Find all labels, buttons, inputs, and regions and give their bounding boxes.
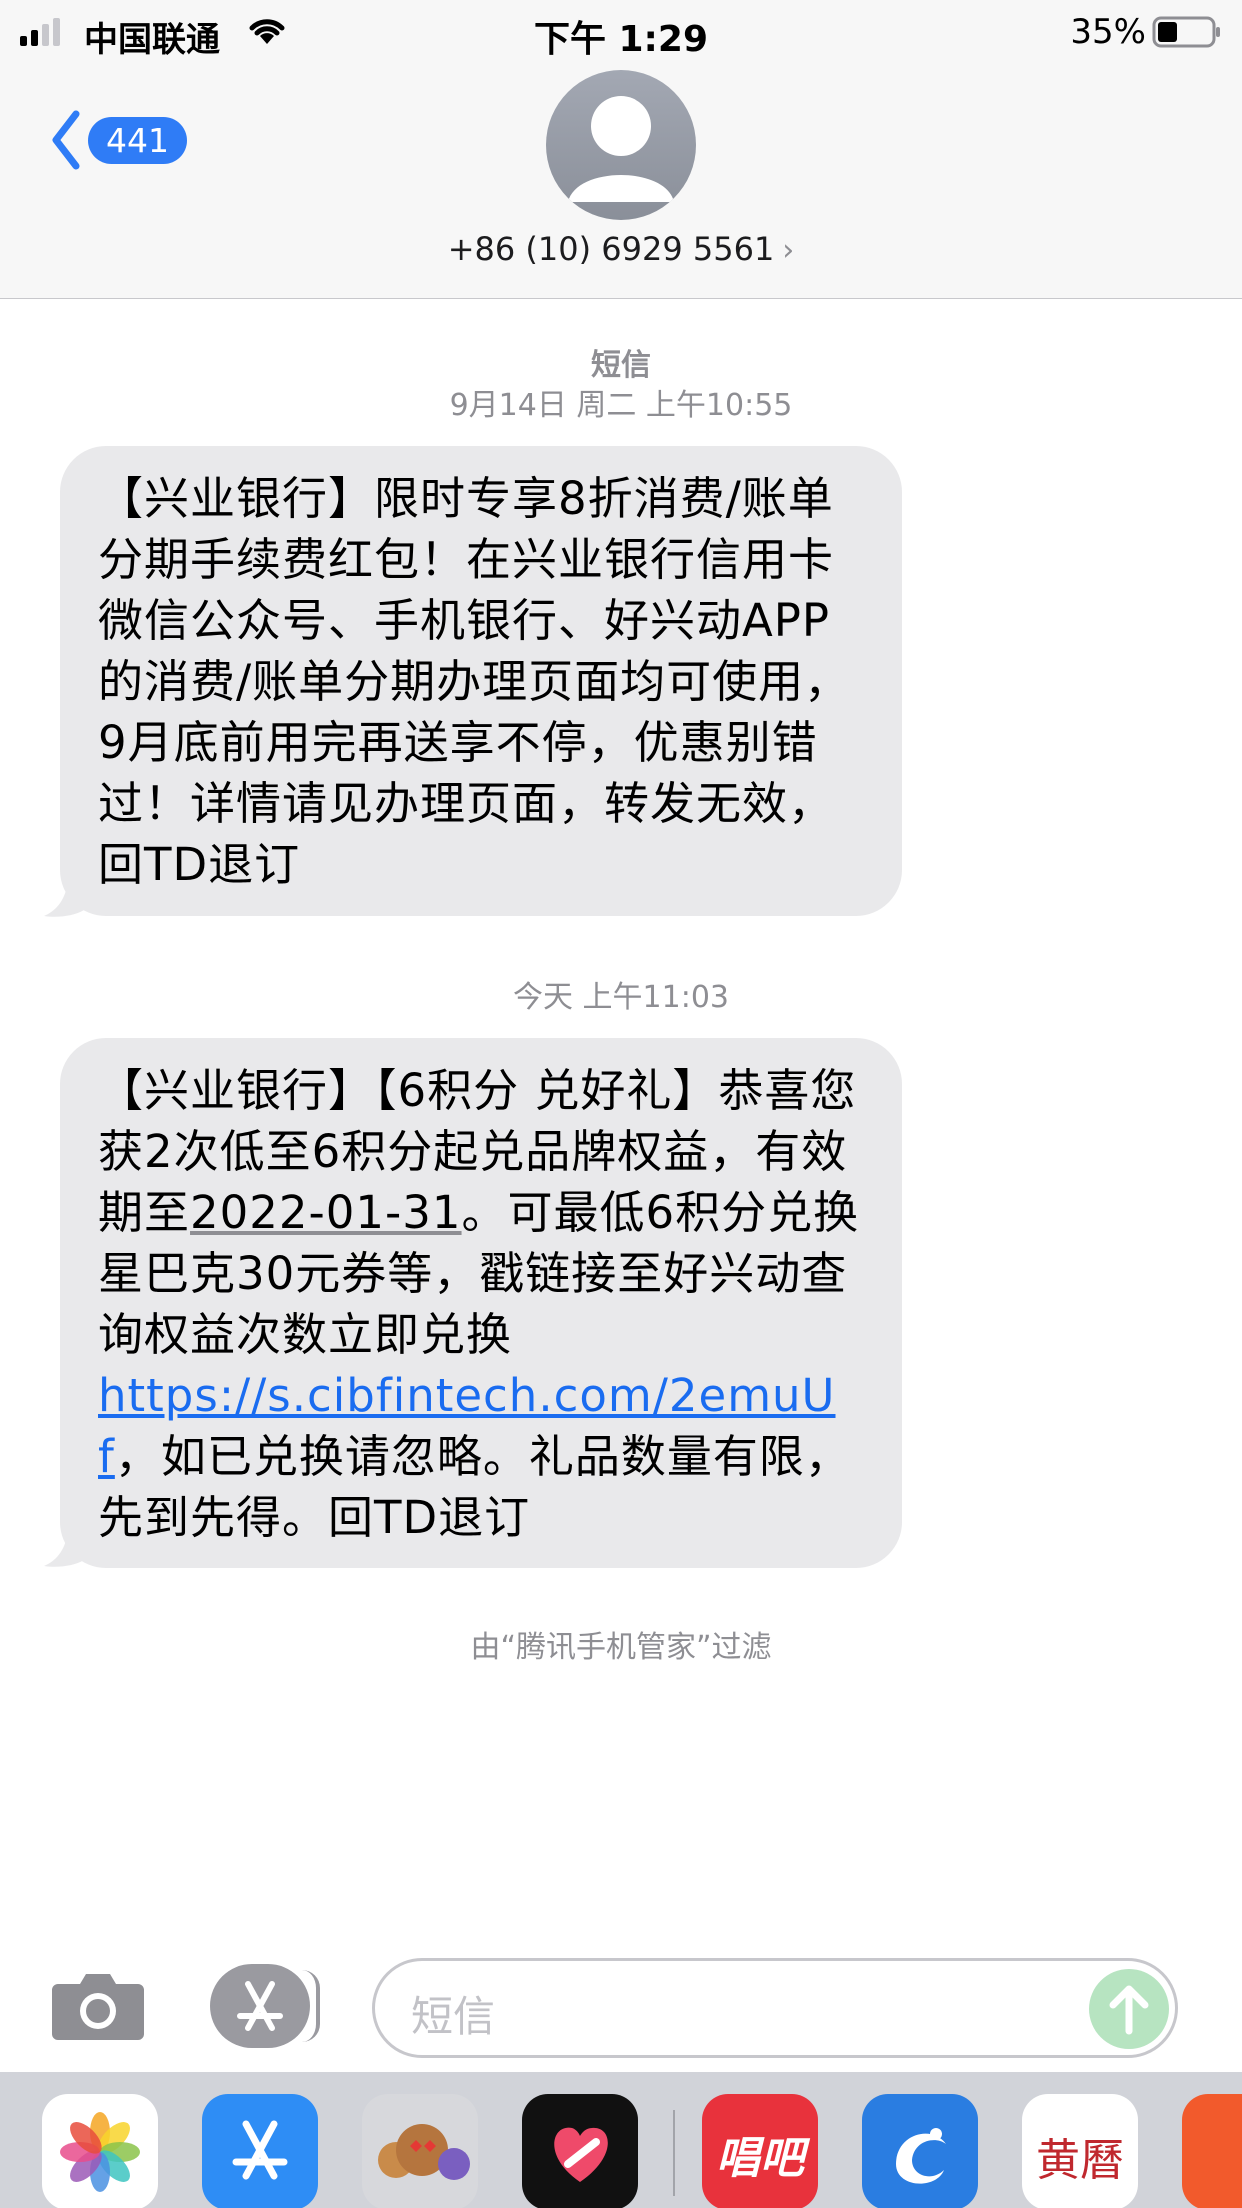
date-link[interactable]: 2022-01-31 xyxy=(190,1186,462,1239)
clock: 下午 1:29 xyxy=(533,19,709,60)
drawer-divider xyxy=(673,2110,675,2196)
message-bubble[interactable]: 【兴业银行】限时专享8折消费/账单分期手续费红包！在兴业银行信用卡微信公众号、手… xyxy=(60,446,902,916)
message-text: ，如已兑换请忽略。礼品数量有限，先到先得。回TD退订 xyxy=(98,1430,851,1544)
calendar-icon[interactable]: 黄曆 xyxy=(1022,2094,1138,2208)
message-timestamp: 今天 上午11:03 xyxy=(513,980,729,1015)
message-text: 【兴业银行】限时专享8折消费/账单分期手续费红包！在兴业银行信用卡微信公众号、手… xyxy=(98,472,851,891)
contact-avatar[interactable] xyxy=(546,70,696,220)
photos-icon[interactable] xyxy=(42,2094,158,2208)
digital-touch-icon[interactable] xyxy=(522,2094,638,2208)
camera-icon[interactable] xyxy=(50,1970,146,2042)
filter-note: 由“腾讯手机管家”过滤 xyxy=(470,1630,772,1665)
calendar-label: 黄曆 xyxy=(1036,2135,1124,2186)
battery-percentage: 35% xyxy=(1070,12,1146,52)
changba-icon[interactable]: 唱吧 xyxy=(702,2094,818,2208)
app-store-icon xyxy=(237,1981,283,2031)
message-timestamp: 9月14日 周二 上午10:55 xyxy=(449,388,793,423)
conversation-header: 441 +86 (10) 6929 5561 › xyxy=(0,62,1242,299)
changba-label: 唱吧 xyxy=(716,2133,804,2184)
message-bubble[interactable]: 【兴业银行】【6积分 兑好礼】恭喜您获2次低至6积分起兑品牌权益，有效期至202… xyxy=(60,1038,902,1568)
battery-icon xyxy=(1152,16,1220,48)
unread-count-badge: 441 xyxy=(88,116,187,164)
status-bar: 中国联通 下午 1:29 35% xyxy=(0,0,1242,62)
contact-name-button[interactable]: +86 (10) 6929 5561 › xyxy=(0,230,1242,268)
memoji-icon[interactable] xyxy=(362,2094,478,2208)
arrow-up-icon xyxy=(1109,1985,1149,2035)
service-label: 短信 xyxy=(591,348,651,383)
chevron-right-icon: › xyxy=(782,233,795,268)
partial-app-icon[interactable] xyxy=(1182,2094,1242,2208)
app-store-icon[interactable] xyxy=(202,2094,318,2208)
contact-number: +86 (10) 6929 5561 xyxy=(447,230,775,268)
send-button[interactable] xyxy=(1089,1969,1169,2049)
ctrip-icon[interactable] xyxy=(862,2094,978,2208)
input-placeholder: 短信 xyxy=(411,1992,496,2041)
message-input[interactable]: 短信 xyxy=(372,1958,1178,2058)
person-icon xyxy=(568,96,674,202)
app-store-button[interactable] xyxy=(210,1964,320,2048)
chevron-left-icon xyxy=(52,110,80,170)
app-drawer: 唱吧 黄曆 xyxy=(0,2072,1242,2208)
back-button[interactable]: 441 xyxy=(50,110,187,170)
